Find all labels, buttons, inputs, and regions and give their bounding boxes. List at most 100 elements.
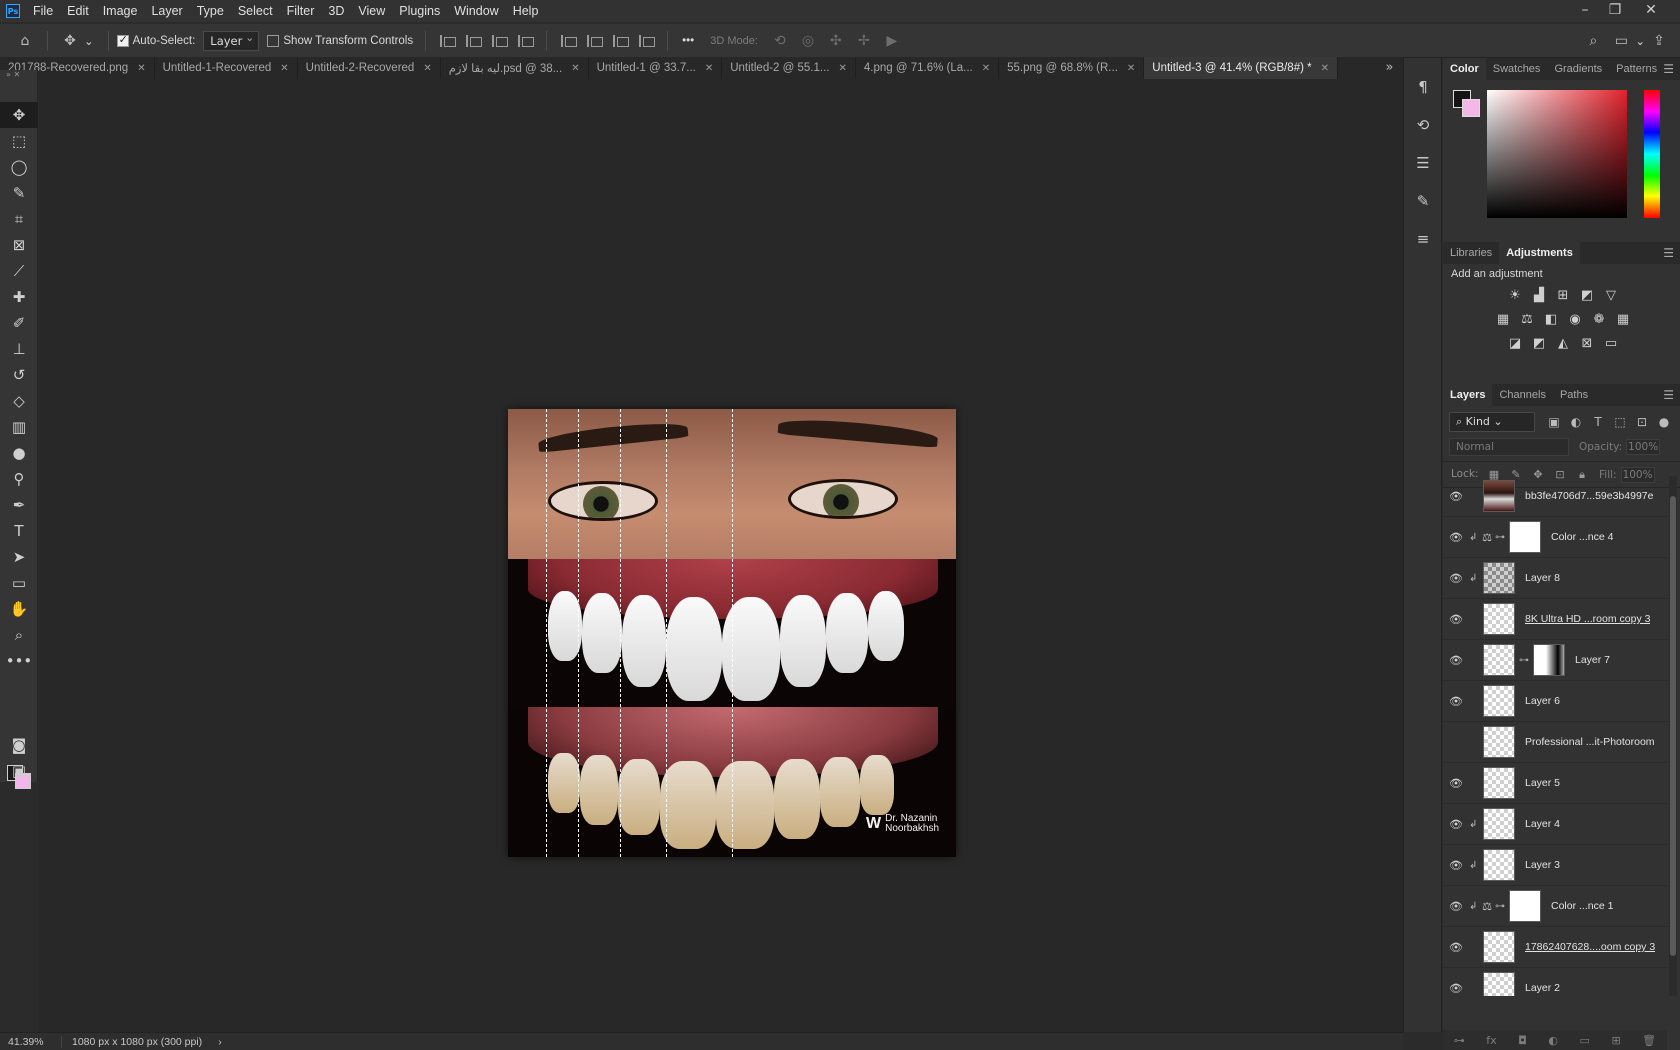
panel-menu-icon[interactable]: ☰	[1663, 242, 1674, 264]
hand-tool-icon[interactable]: ✋	[0, 596, 38, 622]
hue-saturation-icon[interactable]: ▦	[1494, 310, 1512, 328]
auto-select-checkbox[interactable]	[116, 33, 129, 47]
tab-paths[interactable]: Paths	[1553, 384, 1595, 406]
tab-patterns[interactable]: Patterns	[1609, 58, 1664, 80]
menu-layer[interactable]: Layer	[144, 0, 189, 22]
guide-line[interactable]	[620, 409, 621, 857]
3d-slide-icon[interactable]: ✢	[853, 30, 875, 52]
layer-thumbnail[interactable]	[1483, 644, 1515, 676]
smart-object-filter-icon[interactable]: ⊡	[1631, 412, 1653, 432]
adjust-panel-icon[interactable]: ≡	[1404, 220, 1442, 258]
layer-row[interactable]: 👁︎ 17862407628....oom copy 3	[1443, 927, 1667, 968]
selective-color-icon[interactable]: ⊠	[1578, 334, 1596, 352]
layer-row[interactable]: 👁︎ 8K Ultra HD ...room copy 3	[1443, 599, 1667, 640]
guide-line[interactable]	[546, 409, 547, 857]
visibility-eye-icon[interactable]: 👁︎	[1443, 572, 1469, 585]
guide-line[interactable]	[732, 409, 733, 857]
layer-name[interactable]: 8K Ultra HD ...room copy 3	[1525, 613, 1650, 625]
document-tab[interactable]: 55.png @ 68.8% (R... ✕	[999, 57, 1145, 79]
layer-name[interactable]: Layer 8	[1525, 572, 1560, 584]
layer-thumbnail[interactable]	[1483, 972, 1515, 996]
3d-pan-icon[interactable]: ✣	[825, 30, 847, 52]
layer-row[interactable]: 👁︎ ↲ Layer 3	[1443, 845, 1667, 886]
channel-mixer-icon[interactable]: ❁	[1590, 310, 1608, 328]
menu-help[interactable]: Help	[506, 0, 546, 22]
tabs-overflow-icon[interactable]: »	[1376, 57, 1403, 79]
menu-3d[interactable]: 3D	[321, 0, 351, 22]
visibility-eye-icon[interactable]: 👁︎	[1443, 490, 1469, 503]
crop-tool-icon[interactable]: ⌗	[0, 206, 38, 232]
document-tab[interactable]: Untitled-2-Recovered ✕	[298, 57, 441, 79]
move-tool-icon[interactable]: ✥	[0, 102, 38, 128]
layer-row[interactable]: 👁︎ Layer 6	[1443, 681, 1667, 722]
move-tool-preset-icon[interactable]: ✥	[59, 30, 81, 52]
paragraph-panel-icon[interactable]: ¶	[1404, 68, 1442, 106]
document-canvas[interactable]: W Dr. Nazanin Noorbakhsh	[508, 409, 956, 857]
close-tab-icon[interactable]: ✕	[705, 63, 713, 74]
visibility-eye-icon[interactable]: 👁︎	[1443, 777, 1469, 790]
hue-slider[interactable]	[1644, 90, 1660, 218]
guide-line[interactable]	[666, 409, 667, 857]
layer-row[interactable]: 👁︎ ↲ Layer 4	[1443, 804, 1667, 845]
layers-scrollbar[interactable]	[1669, 476, 1677, 996]
threshold-icon[interactable]: ◭	[1554, 334, 1572, 352]
document-tab[interactable]: Untitled-1-Recovered ✕	[155, 57, 298, 79]
menu-select[interactable]: Select	[231, 0, 280, 22]
close-tab-icon[interactable]: ✕	[423, 63, 431, 74]
quick-select-tool-icon[interactable]: ✎	[0, 180, 38, 206]
type-filter-icon[interactable]: T	[1587, 412, 1609, 432]
photo-filter-icon[interactable]: ◉	[1566, 310, 1584, 328]
invert-icon[interactable]: ◪	[1506, 334, 1524, 352]
3d-orbit-icon[interactable]: ⟲	[769, 30, 791, 52]
tab-layers[interactable]: Layers	[1443, 384, 1493, 406]
close-tab-icon[interactable]: ✕	[1127, 63, 1135, 74]
panel-menu-icon[interactable]: ☰	[1663, 384, 1674, 406]
visibility-eye-icon[interactable]: 👁︎	[1443, 531, 1469, 544]
guide-line[interactable]	[578, 409, 579, 857]
vibrance-icon[interactable]: ▽	[1602, 286, 1620, 304]
layer-name[interactable]: Color ...nce 1	[1551, 900, 1613, 912]
layer-thumbnail[interactable]	[1509, 521, 1541, 553]
delete-layer-icon[interactable]: 🗑︎	[1642, 1034, 1656, 1047]
marquee-tool-icon[interactable]: ⬚	[0, 128, 38, 154]
align-left-icon[interactable]	[437, 32, 457, 50]
minimize-icon[interactable]: –	[1570, 0, 1600, 20]
close-tab-icon[interactable]: ✕	[1321, 63, 1329, 74]
exposure-icon[interactable]: ◩	[1578, 286, 1596, 304]
clone-stamp-tool-icon[interactable]: ⊥	[0, 336, 38, 362]
healing-brush-tool-icon[interactable]: ✚	[0, 284, 38, 310]
brush-tool-icon[interactable]: ✐	[0, 310, 38, 336]
document-tab[interactable]: Untitled-3 @ 41.4% (RGB/8#) * ✕	[1144, 57, 1338, 79]
layer-row[interactable]: 👁︎ Layer 5	[1443, 763, 1667, 804]
adjustment-filter-icon[interactable]: ◐	[1565, 412, 1587, 432]
shape-filter-icon[interactable]: ⬚	[1609, 412, 1631, 432]
layer-row[interactable]: 👁︎ ↲ ⚖ ⊶ Color ...nce 4	[1443, 517, 1667, 558]
align-top-icon[interactable]	[558, 32, 578, 50]
panel-menu-icon[interactable]: ☰	[1663, 58, 1674, 80]
layer-mask-thumbnail[interactable]	[1533, 644, 1565, 676]
history-panel-icon[interactable]: ⟲	[1404, 106, 1442, 144]
layer-thumbnail[interactable]	[1483, 685, 1515, 717]
layer-thumbnail[interactable]	[1483, 562, 1515, 594]
menu-window[interactable]: Window	[447, 0, 505, 22]
3d-camera-icon[interactable]: ▶	[881, 30, 903, 52]
collapse-icon[interactable]: » ✕	[0, 70, 37, 80]
layer-thumbnail[interactable]	[1483, 726, 1515, 758]
filter-toggle-icon[interactable]: ●	[1653, 412, 1675, 432]
visibility-eye-icon[interactable]: 👁︎	[1443, 654, 1469, 667]
layer-name[interactable]: Professional ...it-Photoroom	[1525, 736, 1655, 748]
tab-channels[interactable]: Channels	[1492, 384, 1552, 406]
frame-tool-icon[interactable]: ⊠	[0, 232, 38, 258]
opacity-value[interactable]: 100%	[1626, 439, 1661, 455]
layer-row[interactable]: 👁︎ bb3fe4706d7...59e3b4997e	[1443, 476, 1667, 517]
tab-gradients[interactable]: Gradients	[1547, 58, 1609, 80]
adjustment-layer-icon[interactable]: ⚖	[1479, 900, 1495, 913]
visibility-eye-icon[interactable]: 👁︎	[1443, 941, 1469, 954]
rectangle-tool-icon[interactable]: ▭	[0, 570, 38, 596]
layer-name[interactable]: Layer 3	[1525, 859, 1560, 871]
blur-tool-icon[interactable]: ●	[0, 440, 38, 466]
visibility-eye-icon[interactable]: 👁︎	[1443, 695, 1469, 708]
new-layer-icon[interactable]: ⊞	[1611, 1034, 1620, 1047]
menu-view[interactable]: View	[351, 0, 392, 22]
close-tab-icon[interactable]: ✕	[838, 63, 846, 74]
